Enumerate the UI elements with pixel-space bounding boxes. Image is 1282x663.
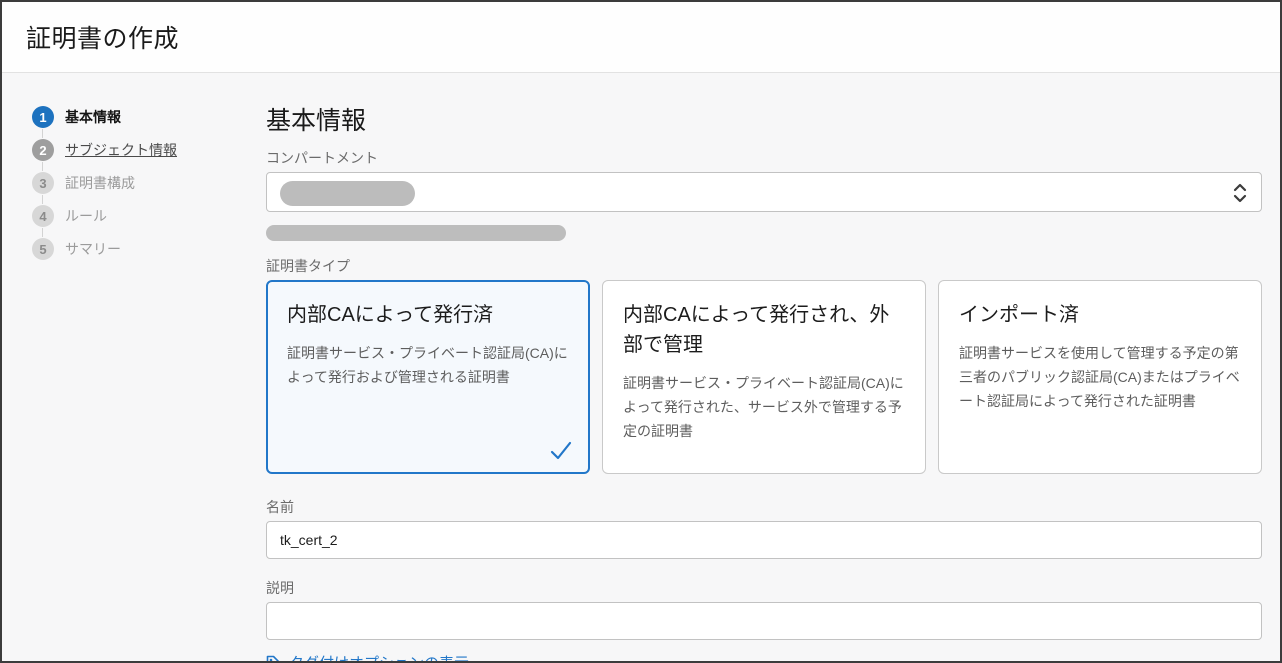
step-basic-info[interactable]: 1 基本情報 [32,106,254,138]
tag-icon [266,655,280,661]
step-label: 証明書構成 [65,175,135,191]
card-title: 内部CAによって発行済 [287,304,494,326]
step-number-badge: 3 [32,172,54,194]
card-title: 内部CAによって発行され、外部で管理 [623,304,890,356]
show-tagging-options-link[interactable]: タグ付けオプションの表示 [266,652,469,661]
redaction-bar [266,225,566,241]
step-number-badge: 5 [32,238,54,260]
step-rules: 4 ルール [32,205,254,237]
checkmark-icon [550,441,572,460]
select-updown-icon [1233,183,1247,203]
description-label: 説明 [266,580,294,596]
compartment-select[interactable] [266,172,1262,212]
card-description: 証明書サービスを使用して管理する予定の第三者のパブリック認証局(CA)またはプラ… [959,345,1240,409]
name-input[interactable] [266,521,1262,559]
step-label: サマリー [65,241,121,257]
cert-type-cards: 内部CAによって発行済 証明書サービス・プライベート認証局(CA)によって発行お… [266,280,1262,474]
description-input[interactable] [266,602,1262,640]
step-certificate-config: 3 証明書構成 [32,172,254,204]
step-summary: 5 サマリー [32,238,254,260]
page-title: 証明書の作成 [26,25,180,53]
card-internal-ca-external-managed[interactable]: 内部CAによって発行され、外部で管理 証明書サービス・プライベート認証局(CA)… [602,280,926,474]
panel-header: 証明書の作成 [2,2,1280,73]
section-heading: 基本情報 [266,107,367,135]
description-field-block: 説明 [266,579,1262,640]
compartment-label: コンパートメント [266,150,378,166]
name-label: 名前 [266,499,294,515]
step-label: ルール [65,208,107,224]
card-imported[interactable]: インポート済 証明書サービスを使用して管理する予定の第三者のパブリック認証局(C… [938,280,1262,474]
panel-body: 1 基本情報 2 サブジェクト情報 3 証明書構成 4 ルール 5 サマリー 基… [2,73,1280,661]
card-issued-by-internal-ca[interactable]: 内部CAによって発行済 証明書サービス・プライベート認証局(CA)によって発行お… [266,280,590,474]
step-label[interactable]: サブジェクト情報 [65,140,177,160]
step-label: 基本情報 [65,109,121,125]
card-title: インポート済 [959,304,1079,326]
card-description: 証明書サービス・プライベート認証局(CA)によって発行および管理される証明書 [287,345,568,385]
step-number-badge: 4 [32,205,54,227]
step-number-badge: 1 [32,106,54,128]
create-certificate-panel: 証明書の作成 1 基本情報 2 サブジェクト情報 3 証明書構成 4 ルール 5 [0,0,1282,663]
cert-type-label: 証明書タイプ [266,258,350,274]
redaction-bar [280,181,415,206]
step-subject-info[interactable]: 2 サブジェクト情報 [32,139,254,171]
step-number-badge: 2 [32,139,54,161]
form-area: 基本情報 コンパートメント 証明書タイプ 内部CAによって発行済 証明書サービス… [254,73,1280,661]
name-field-block: 名前 [266,498,1262,559]
card-description: 証明書サービス・プライベート認証局(CA)によって発行された、サービス外で管理す… [623,375,904,439]
wizard-stepper: 1 基本情報 2 サブジェクト情報 3 証明書構成 4 ルール 5 サマリー [2,73,254,661]
tagging-link-label: タグ付けオプションの表示 [289,652,469,661]
